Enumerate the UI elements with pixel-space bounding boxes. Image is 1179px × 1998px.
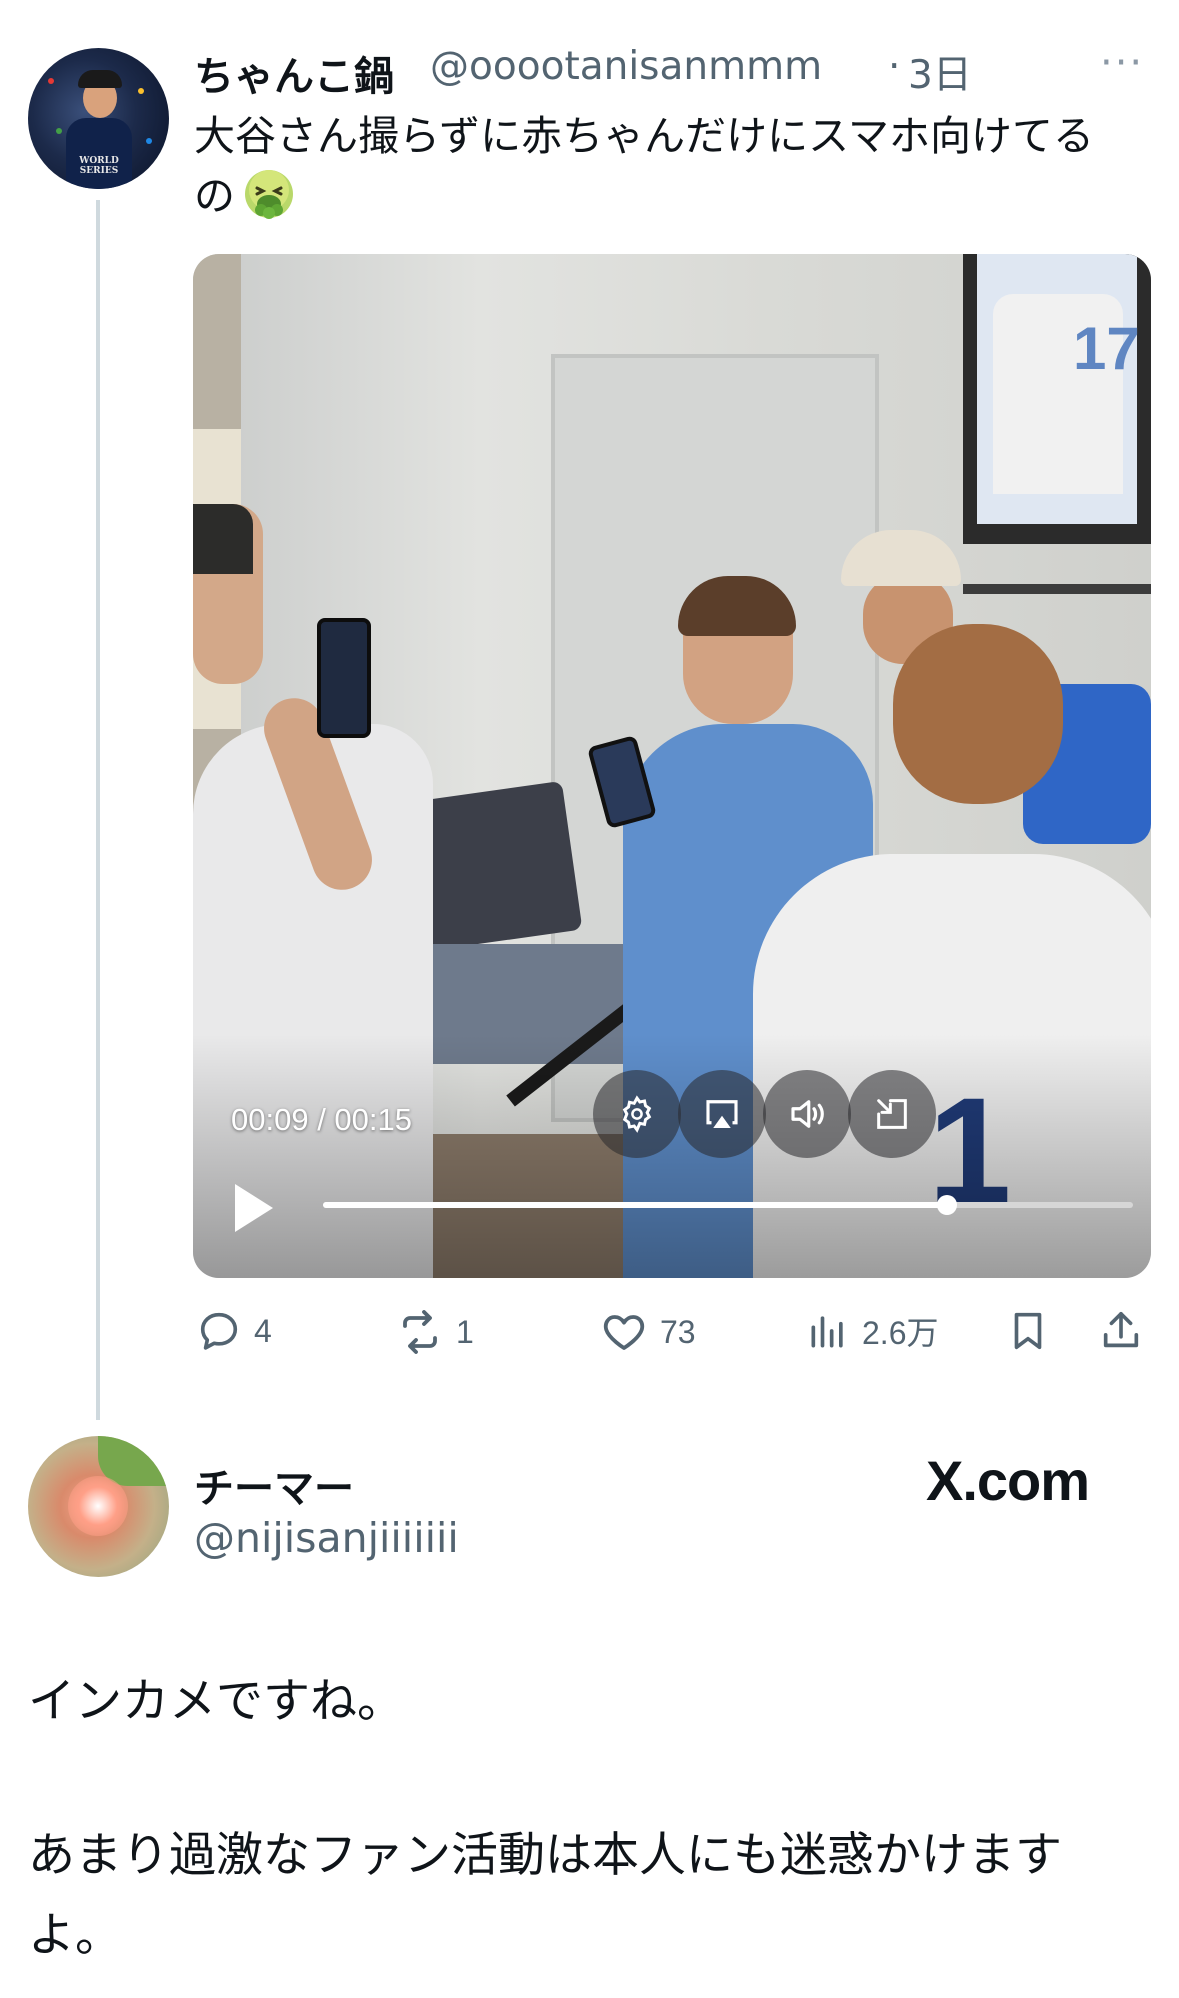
author-name[interactable]: ちゃんこ鍋: [194, 44, 394, 102]
video-scene-shelf: [963, 584, 1151, 594]
author-avatar[interactable]: WORLD SERIES: [28, 48, 169, 189]
views-icon: [811, 1316, 843, 1348]
video-scene-jersey-number: 17: [1073, 315, 1140, 382]
share-button[interactable]: [1098, 1308, 1144, 1354]
thread-line: [96, 200, 100, 1420]
repost-count: 1: [456, 1313, 474, 1350]
bookmark-button[interactable]: [1005, 1308, 1051, 1354]
confetti: [48, 78, 54, 84]
reply-author-handle[interactable]: @nijisanjiiiiiii: [194, 1514, 459, 1562]
separator-dot: ·: [888, 44, 901, 89]
video-time-label: 00:09 / 00:15: [231, 1102, 412, 1137]
video-scene-phone: [317, 618, 371, 738]
video-scene-hair: [893, 624, 1063, 804]
airplay-icon[interactable]: [678, 1070, 766, 1158]
settings-icon[interactable]: [593, 1070, 681, 1158]
reply-count: 4: [254, 1312, 272, 1349]
avatar-world-series-text: WORLD SERIES: [79, 156, 119, 176]
volume-icon[interactable]: [763, 1070, 851, 1158]
more-options-icon[interactable]: ···: [1100, 40, 1144, 86]
popout-icon[interactable]: [848, 1070, 936, 1158]
avatar-shirt: [66, 118, 132, 189]
repost-button[interactable]: 1: [396, 1308, 474, 1356]
tweet-text-body: 大谷さん撮らずに赤ちゃんだけにスマホ向けてるの: [194, 112, 1094, 220]
like-count: 73: [660, 1313, 696, 1350]
bookmark-icon: [1014, 1312, 1042, 1350]
video-player[interactable]: 17 1 00:09 / 00:15: [193, 254, 1151, 1278]
views-count: 2.6万: [862, 1315, 939, 1351]
nauseated-face-emoji-icon: [243, 168, 295, 220]
confetti: [56, 128, 62, 134]
avatar-cap: [78, 70, 122, 88]
tweet-time[interactable]: 3日: [908, 44, 972, 100]
reply-button[interactable]: 4: [196, 1308, 272, 1354]
reply-author-name[interactable]: チーマー: [194, 1456, 354, 1514]
reply-text-paragraph: あまり過激なファン活動は本人にも迷惑かけますよ。: [28, 1828, 1062, 1963]
reply-text-paragraph: インカメですね。: [28, 1674, 404, 1729]
tweet-text: 大谷さん撮らずに赤ちゃんだけにスマホ向けてるの: [194, 106, 1104, 226]
reply-icon: [200, 1312, 238, 1350]
repost-icon: [403, 1310, 437, 1354]
like-button[interactable]: 73: [600, 1308, 696, 1356]
video-progress-fill: [323, 1202, 947, 1208]
reply-author-avatar[interactable]: [28, 1436, 169, 1577]
confetti: [146, 138, 152, 144]
video-controls-shade: [193, 1034, 1151, 1278]
views-button[interactable]: 2.6万: [806, 1308, 939, 1354]
video-scene-cap: [193, 504, 253, 574]
video-progress-knob[interactable]: [936, 1195, 957, 1215]
avatar-burst: [68, 1476, 128, 1536]
x-com-watermark: X.com: [926, 1449, 1090, 1512]
author-handle[interactable]: @ooootanisanmmm: [430, 44, 822, 89]
share-icon: [1103, 1311, 1139, 1348]
video-progress-track[interactable]: [323, 1195, 1133, 1215]
play-icon[interactable]: [235, 1184, 273, 1232]
confetti: [138, 88, 144, 94]
heart-icon: [603, 1315, 645, 1350]
